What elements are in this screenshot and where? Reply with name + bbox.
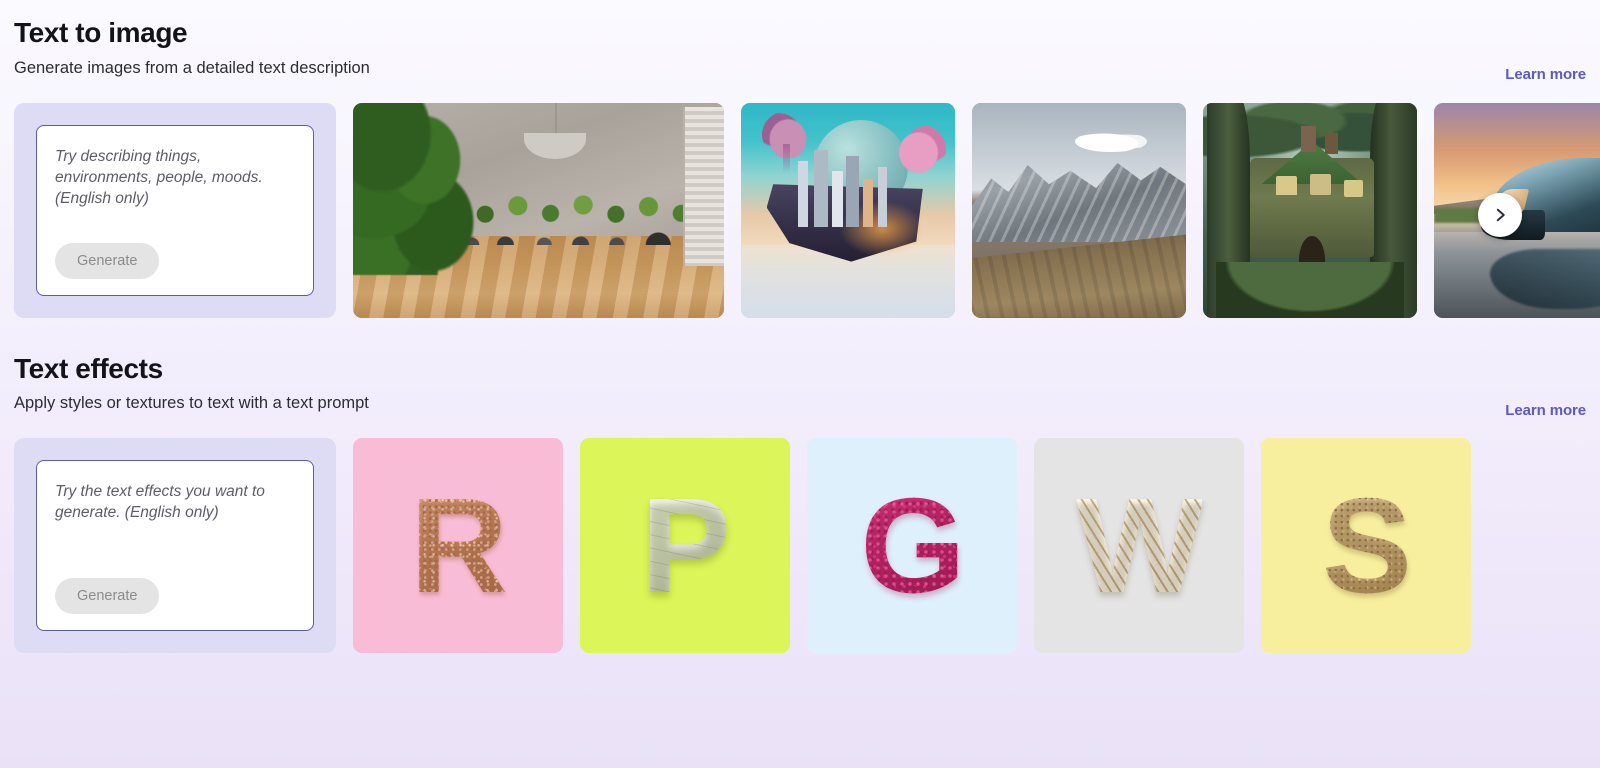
text-to-image-prompt-card: Try describing things, environments, peo…	[14, 102, 336, 318]
text-effects-subtitle: Apply styles or textures to text with a …	[14, 394, 369, 413]
text-effect-card-cream-wool-rope[interactable]: W	[1034, 438, 1244, 654]
text-effects-prompt-input[interactable]: Try the text effects you want to generat…	[36, 460, 314, 632]
text-effect-letter: G	[860, 470, 966, 622]
treehouse-chimney-1	[1301, 126, 1317, 153]
thumbnail-monochrome-mountains[interactable]	[972, 102, 1186, 318]
text-effect-card-sandy-cork[interactable]: S	[1261, 438, 1471, 654]
treehouse-window-3	[1344, 179, 1364, 198]
treehouse-chimney-2	[1324, 132, 1338, 155]
room-window-blinds	[683, 106, 724, 266]
text-effects-placeholder: Try the text effects you want to generat…	[55, 483, 265, 522]
carousel-next-button[interactable]	[1478, 192, 1522, 237]
mountain-cloud	[1074, 130, 1148, 153]
treehouse-window-1	[1275, 175, 1298, 196]
artwork-floating-city	[741, 102, 955, 318]
text-effect-letter: R	[410, 470, 508, 622]
firefly-modules-page: Text to image Generate images from a det…	[0, 0, 1600, 768]
text-effects-prompt-card: Try the text effects you want to generat…	[14, 438, 336, 654]
text-effect-letter: P	[640, 470, 731, 622]
room-foreground-plant	[353, 102, 502, 275]
generate-button-text-effects[interactable]: Generate	[55, 578, 160, 615]
text-effect-letter: S	[1321, 470, 1412, 622]
section-text-to-image: Text to image Generate images from a det…	[14, 0, 1600, 318]
text-effects-header: Text effects Apply styles or textures to…	[14, 352, 1600, 419]
thumbnail-mossy-treehouse[interactable]	[1203, 102, 1417, 318]
section-text-effects: Text effects Apply styles or textures to…	[14, 352, 1600, 654]
text-effect-card-magenta-beads[interactable]: G	[807, 438, 1017, 654]
text-effects-title: Text effects	[14, 352, 163, 384]
text-to-image-subtitle: Generate images from a detailed text des…	[14, 58, 370, 77]
learn-more-link-text-to-image[interactable]: Learn more	[1505, 66, 1586, 83]
text-effects-gallery: Try the text effects you want to generat…	[14, 438, 1600, 654]
artwork-interior-room	[353, 102, 724, 318]
text-to-image-placeholder: Try describing things, environments, peo…	[55, 147, 263, 207]
generate-button-text-to-image[interactable]: Generate	[55, 242, 160, 279]
thumbnail-floating-sci-fi-city[interactable]	[741, 102, 955, 318]
treehouse-roots	[1215, 261, 1405, 318]
city-towers	[792, 145, 904, 228]
text-to-image-prompt-input[interactable]: Try describing things, environments, peo…	[36, 124, 314, 296]
learn-more-link-text-effects[interactable]: Learn more	[1505, 402, 1586, 419]
page-title: Text to image	[14, 17, 188, 48]
treehouse-window-2	[1310, 173, 1332, 196]
chevron-right-icon	[1496, 208, 1505, 221]
text-effect-letter: W	[1076, 470, 1204, 622]
text-to-image-carousel: Try describing things, environments, peo…	[14, 102, 1600, 318]
artwork-treehouse	[1203, 102, 1417, 318]
text-effect-card-puffy-quilted-white[interactable]: P	[580, 438, 790, 654]
thumbnail-interior-room-with-plants[interactable]	[353, 102, 724, 318]
text-to-image-header: Text to image Generate images from a det…	[14, 17, 1600, 83]
artwork-mountains	[972, 102, 1186, 318]
text-effect-card-rose-gold-glitter[interactable]: R	[353, 438, 563, 654]
